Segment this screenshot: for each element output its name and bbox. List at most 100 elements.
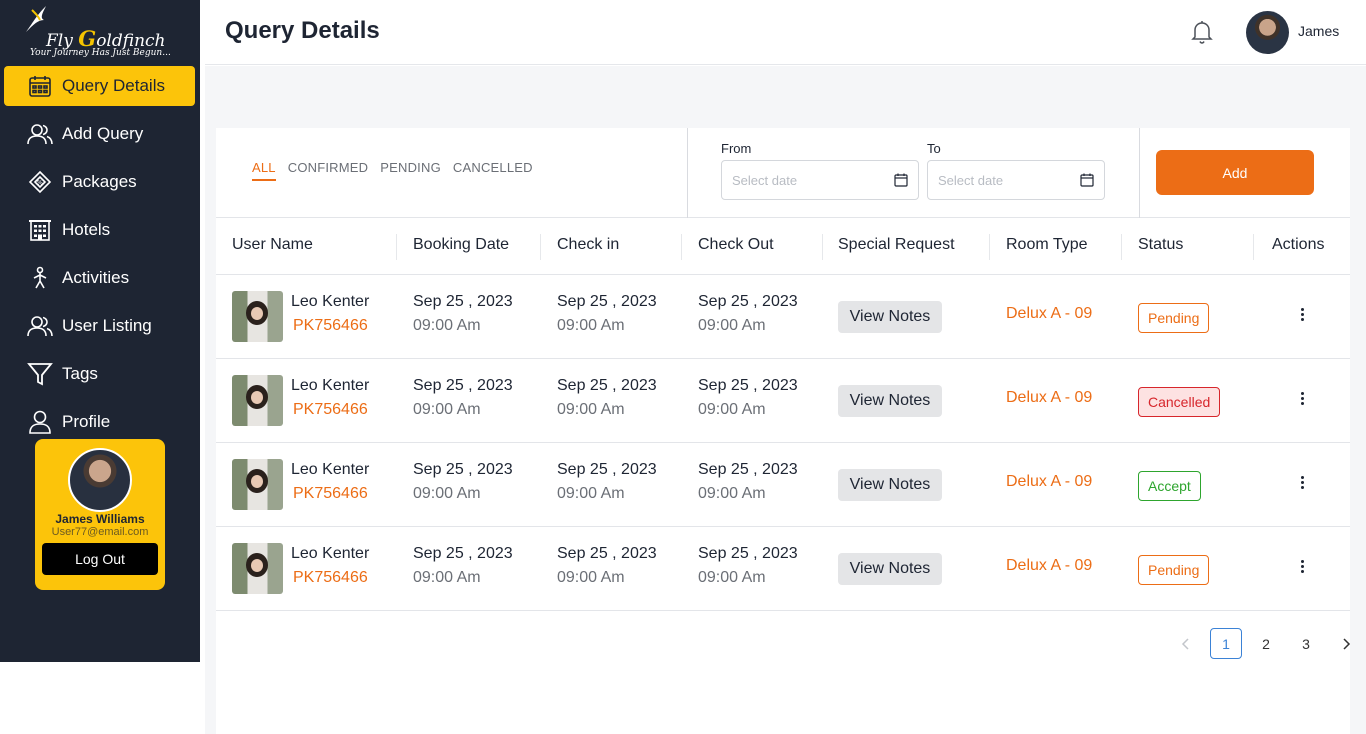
more-actions-icon[interactable] xyxy=(1288,467,1316,497)
brand-logo[interactable]: Fly Goldfinch Your Journey Has Just Begu… xyxy=(22,4,192,62)
column-separator xyxy=(1121,234,1122,260)
table-row[interactable]: Leo Kenter PK756466 Sep 25 , 2023 09:00 … xyxy=(216,359,1350,443)
table-row[interactable]: Leo Kenter PK756466 Sep 25 , 2023 09:00 … xyxy=(216,527,1350,611)
sidebar-item-tags[interactable]: Tags xyxy=(4,354,195,394)
tab-cancelled[interactable]: CANCELLED xyxy=(453,160,533,181)
column-header-actions: Actions xyxy=(1272,236,1325,253)
to-date-input[interactable]: Select date xyxy=(927,160,1105,200)
sidebar-nav: Query Details Add Query % Packages Hotel… xyxy=(4,66,195,450)
header-avatar[interactable] xyxy=(1246,11,1289,54)
building-icon xyxy=(26,216,54,244)
booking-date: Sep 25 , 2023 xyxy=(413,545,513,562)
page-3-button[interactable]: 3 xyxy=(1290,628,1322,659)
sidebar-item-label: User Listing xyxy=(62,316,152,335)
status-badge: Cancelled xyxy=(1138,387,1221,417)
sidebar-item-packages[interactable]: % Packages xyxy=(4,162,195,202)
avatar xyxy=(68,448,132,512)
column-header-status[interactable]: Status xyxy=(1138,236,1183,254)
pagination: 1 2 3 xyxy=(1162,628,1362,659)
checkout-time: 09:00 Am xyxy=(698,401,766,418)
checkout-date: Sep 25 , 2023 xyxy=(698,293,798,310)
tab-all[interactable]: ALL xyxy=(252,160,276,181)
tab-confirmed[interactable]: CONFIRMED xyxy=(288,160,369,181)
table-row[interactable]: Leo Kenter PK756466 Sep 25 , 2023 09:00 … xyxy=(216,275,1350,359)
next-page-icon[interactable] xyxy=(1330,628,1362,659)
user-name: Leo Kenter xyxy=(291,293,370,310)
from-date-placeholder: Select date xyxy=(732,172,798,188)
filter-bar: ALL CONFIRMED PENDING CANCELLED From Sel… xyxy=(216,128,1350,218)
user-name: Leo Kenter xyxy=(291,377,370,394)
booking-time: 09:00 Am xyxy=(413,569,481,586)
checkout-date: Sep 25 , 2023 xyxy=(698,545,798,562)
booking-date: Sep 25 , 2023 xyxy=(413,461,513,478)
user-code[interactable]: PK756466 xyxy=(293,317,368,335)
sidebar-item-profile[interactable]: Profile xyxy=(4,402,195,442)
column-separator xyxy=(396,234,397,260)
room-type: Delux A - 09 xyxy=(1006,557,1093,574)
view-notes-button[interactable]: View Notes xyxy=(838,469,942,501)
sidebar-item-activities[interactable]: Activities xyxy=(4,258,195,298)
notification-bell-icon[interactable] xyxy=(1190,19,1214,45)
column-header-room-type[interactable]: Room Type xyxy=(1006,236,1088,254)
more-actions-icon[interactable] xyxy=(1288,299,1316,329)
sidebar-item-query-details[interactable]: Query Details xyxy=(4,66,195,106)
user-icon xyxy=(26,408,54,436)
query-table-panel: ALL CONFIRMED PENDING CANCELLED From Sel… xyxy=(216,128,1351,734)
room-type: Delux A - 09 xyxy=(1006,389,1093,406)
page-title: Query Details xyxy=(225,17,380,44)
status-tabs: ALL CONFIRMED PENDING CANCELLED xyxy=(252,160,533,181)
view-notes-button[interactable]: View Notes xyxy=(838,385,942,417)
view-notes-button[interactable]: View Notes xyxy=(838,301,942,333)
column-header-user-name[interactable]: User Name xyxy=(232,236,313,254)
user-name: Leo Kenter xyxy=(291,461,370,478)
checkin-date: Sep 25 , 2023 xyxy=(557,545,657,562)
status-badge: Accept xyxy=(1138,471,1201,501)
column-header-special-request[interactable]: Special Request xyxy=(838,236,955,254)
table-row[interactable]: Leo Kenter PK756466 Sep 25 , 2023 09:00 … xyxy=(216,443,1350,527)
sidebar-item-label: Activities xyxy=(62,268,130,287)
sidebar-item-hotels[interactable]: Hotels xyxy=(4,210,195,250)
filter-icon xyxy=(26,360,54,388)
divider xyxy=(1139,128,1140,218)
user-name: Leo Kenter xyxy=(291,545,370,562)
view-notes-button[interactable]: View Notes xyxy=(838,553,942,585)
column-header-check-out[interactable]: Check Out xyxy=(698,236,774,254)
user-code[interactable]: PK756466 xyxy=(293,569,368,587)
checkin-time: 09:00 Am xyxy=(557,569,625,586)
column-header-check-in[interactable]: Check in xyxy=(557,236,619,254)
logout-button[interactable]: Log Out xyxy=(42,543,158,575)
tab-pending[interactable]: PENDING xyxy=(380,160,441,181)
svg-text:%: % xyxy=(37,180,43,187)
page-1-button[interactable]: 1 xyxy=(1210,628,1242,659)
booking-time: 09:00 Am xyxy=(413,485,481,502)
room-type: Delux A - 09 xyxy=(1006,305,1093,322)
calendar-icon xyxy=(894,173,908,187)
more-actions-icon[interactable] xyxy=(1288,551,1316,581)
checkout-time: 09:00 Am xyxy=(698,485,766,502)
user-code[interactable]: PK756466 xyxy=(293,485,368,503)
status-badge: Pending xyxy=(1138,555,1210,585)
to-label: To xyxy=(927,141,941,156)
column-separator xyxy=(681,234,682,260)
user-card-email: User77@email.com xyxy=(51,526,149,538)
checkin-time: 09:00 Am xyxy=(557,317,625,334)
table-header: User Name Booking Date Check in Check Ou… xyxy=(216,218,1350,275)
column-header-booking-date[interactable]: Booking Date xyxy=(413,236,509,254)
more-actions-icon[interactable] xyxy=(1288,383,1316,413)
header-username[interactable]: James xyxy=(1298,23,1339,39)
user-thumbnail xyxy=(232,291,283,342)
sidebar-item-user-listing[interactable]: User Listing xyxy=(4,306,195,346)
add-query-button[interactable]: Add xyxy=(1156,150,1314,195)
package-tag-icon: % xyxy=(26,168,54,196)
sidebar-item-add-query[interactable]: Add Query xyxy=(4,114,195,154)
sidebar-item-label: Hotels xyxy=(62,220,111,239)
page-2-button[interactable]: 2 xyxy=(1250,628,1282,659)
user-code[interactable]: PK756466 xyxy=(293,401,368,419)
room-type: Delux A - 09 xyxy=(1006,473,1093,490)
top-header: Query Details James xyxy=(205,0,1366,65)
from-date-input[interactable]: Select date xyxy=(721,160,919,200)
checkin-time: 09:00 Am xyxy=(557,485,625,502)
sidebar-user-card: James Williams User77@email.com Log Out xyxy=(35,439,165,590)
prev-page-icon[interactable] xyxy=(1170,628,1202,659)
divider xyxy=(687,128,688,218)
